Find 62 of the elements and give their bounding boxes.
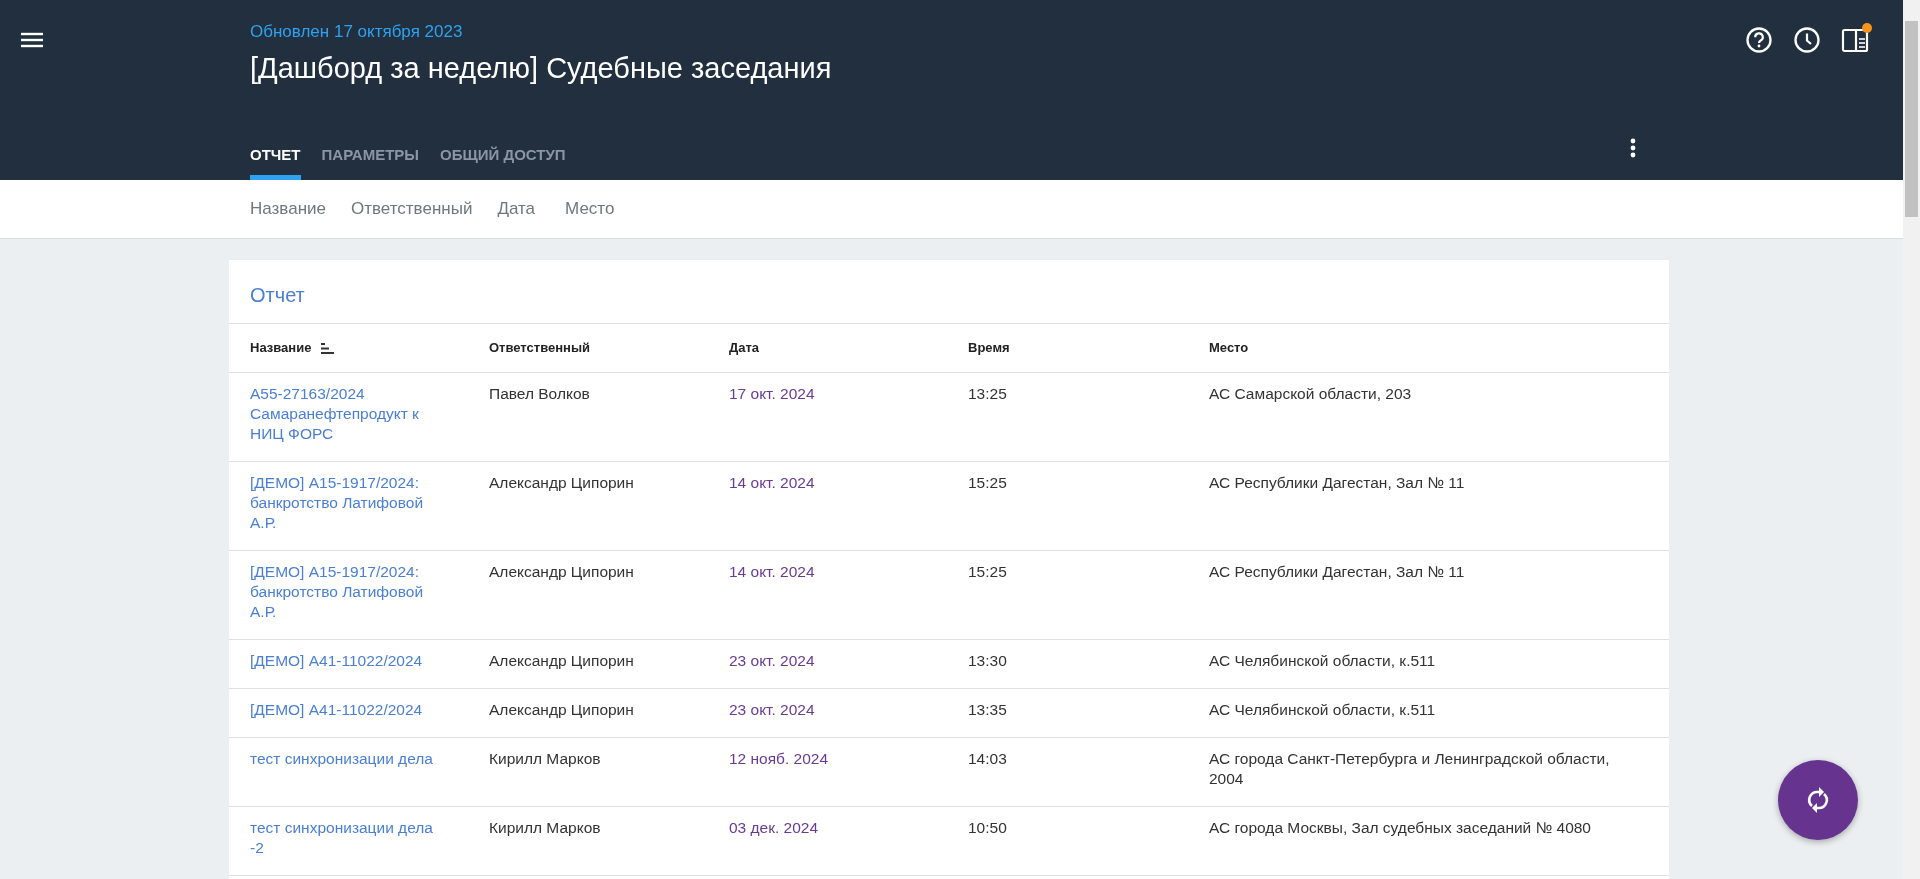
- panel-button[interactable]: [1841, 26, 1869, 54]
- table-cell-text: 15:25: [968, 473, 1008, 493]
- column-header[interactable]: Ответственный: [489, 338, 729, 358]
- case-link[interactable]: А55-27163/2024 Самаранефтепродукт к НИЦ ФОРС: [250, 384, 439, 444]
- more-icon: [1630, 138, 1636, 158]
- case-link[interactable]: [ДЕМО] А15-1917/2024: банкротство Латифовой А.Р.: [250, 562, 439, 622]
- tab[interactable]: ОБЩИЙ ДОСТУП: [440, 146, 566, 180]
- table-cell-text: 23 окт. 2024: [729, 700, 816, 720]
- case-link[interactable]: [ДЕМО] А41-11022/2024: [250, 700, 439, 720]
- table-cell-text: Александр Ципорин: [489, 700, 635, 720]
- tab[interactable]: ПАРАМЕТРЫ: [321, 146, 420, 180]
- table-cell-text: 23 окт. 2024: [729, 651, 816, 671]
- table-cell-text: Александр Ципорин: [489, 562, 635, 582]
- table-cell-text: АС Самарской области, 203: [1209, 384, 1413, 404]
- table-cell-text: АС Республики Дагестан, Зал № 11: [1209, 562, 1466, 582]
- table-cell-text: 14:03: [968, 749, 1008, 769]
- side-panel-icon: [1841, 26, 1869, 54]
- filter-link[interactable]: Дата: [497, 199, 536, 219]
- case-link[interactable]: [ДЕМО] А15-1917/2024: банкротство Латифовой А.Р.: [250, 473, 439, 533]
- table-cell-text: 15:25: [968, 562, 1008, 582]
- column-header[interactable]: Место: [1209, 338, 1669, 358]
- table-cell-text: АС Республики Дагестан, Зал № 11: [1209, 473, 1466, 493]
- column-header[interactable]: Время: [968, 338, 1209, 358]
- column-header[interactable]: Дата: [729, 338, 968, 358]
- table-cell-text: Александр Ципорин: [489, 651, 635, 671]
- column-header[interactable]: Название: [250, 338, 312, 358]
- table-cell-text: АС города Москвы, Зал судебных заседаний № 4080: [1209, 818, 1592, 838]
- table-cell-text: 13:25: [968, 384, 1008, 404]
- scrollbar[interactable]: [1903, 0, 1920, 879]
- table-cell-text: 17 окт. 2024: [729, 384, 816, 404]
- history-button[interactable]: [1793, 26, 1821, 54]
- table-cell-text: 14 окт. 2024: [729, 562, 816, 582]
- table-cell-text: 13:35: [968, 700, 1008, 720]
- filter-link[interactable]: Место: [565, 199, 615, 219]
- table-cell-text: Павел Волков: [489, 384, 591, 404]
- case-link[interactable]: тест синхронизации дела: [250, 749, 439, 769]
- table-cell-text: Кирилл Марков: [489, 749, 602, 769]
- menu-icon: [20, 31, 44, 49]
- filter-link[interactable]: Ответственный: [350, 199, 473, 219]
- help-button[interactable]: [1745, 26, 1773, 54]
- clock-icon: [1793, 26, 1821, 54]
- sync-icon: [1805, 786, 1831, 814]
- table-cell-text: АС города Санкт-Петербурга и Ленинградской области, 2004: [1209, 749, 1611, 789]
- table-cell-text: 14 окт. 2024: [729, 473, 816, 493]
- sync-button[interactable]: [1778, 760, 1858, 840]
- report-title: Отчет: [229, 260, 1669, 324]
- table-cell-text: 03 дек. 2024: [729, 818, 820, 838]
- table-cell-text: АС Челябинской области, к.511: [1209, 700, 1437, 720]
- updated-date: Обновлен 17 октября 2023: [250, 22, 463, 42]
- help-icon: [1745, 26, 1773, 54]
- sort-icon[interactable]: [321, 342, 335, 354]
- case-link[interactable]: [ДЕМО] А41-11022/2024: [250, 651, 439, 671]
- table-cell-text: Александр Ципорин: [489, 473, 635, 493]
- page-title: [Дашборд за неделю] Судебные заседания: [250, 52, 832, 85]
- scrollbar-thumb[interactable]: [1905, 21, 1918, 217]
- table-cell-text: 10:50: [968, 818, 1008, 838]
- table-cell-text: Кирилл Марков: [489, 818, 602, 838]
- filter-link[interactable]: Название: [250, 199, 326, 219]
- table-cell-text: АС Челябинской области, к.511: [1209, 651, 1437, 671]
- table-cell-text: 12 нояб. 2024: [729, 749, 830, 769]
- case-link[interactable]: тест синхронизации дела -2: [250, 818, 439, 858]
- table-cell-text: 13:30: [968, 651, 1008, 671]
